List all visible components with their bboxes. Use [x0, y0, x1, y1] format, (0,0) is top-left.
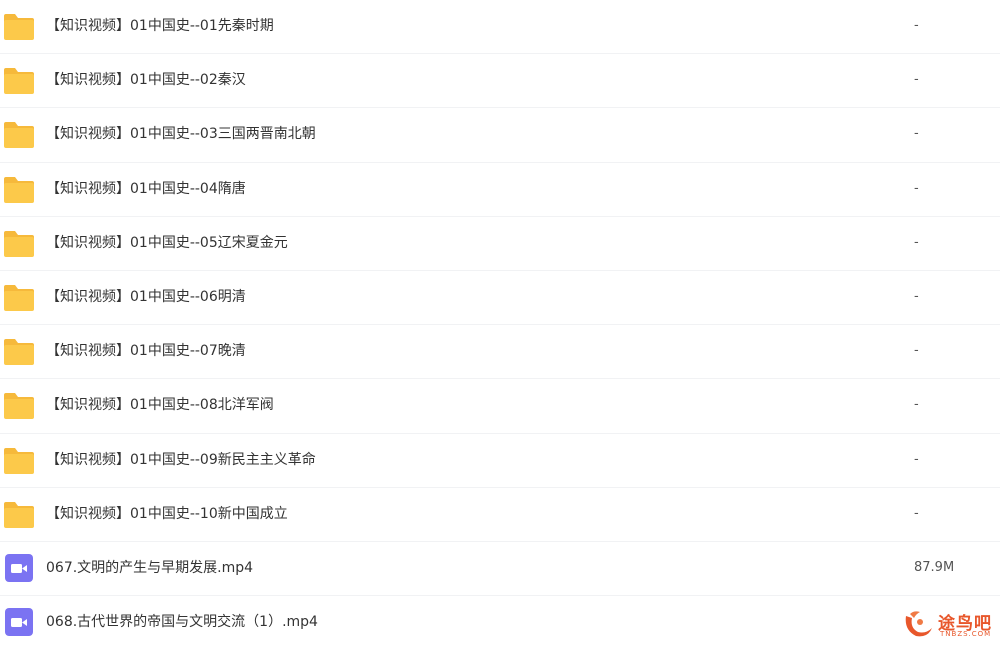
list-item[interactable]: 【知识视频】01中国史--06明清 - — [0, 271, 1000, 326]
file-size: - — [914, 72, 919, 88]
list-item[interactable]: 067.文明的产生与早期发展.mp4 87.9M — [0, 542, 1000, 597]
list-item[interactable]: 【知识视频】01中国史--03三国两晋南北朝 - — [0, 108, 1000, 163]
file-name: 【知识视频】01中国史--07晚清 — [46, 343, 246, 360]
file-size: - — [914, 451, 919, 467]
folder-icon — [4, 339, 34, 366]
file-size: - — [914, 126, 919, 142]
file-name: 【知识视频】01中国史--04隋唐 — [46, 180, 246, 197]
file-size: - — [914, 288, 919, 304]
list-item[interactable]: 【知识视频】01中国史--07晚清 - — [0, 325, 1000, 380]
file-size: - — [914, 343, 919, 359]
file-size: - — [914, 180, 919, 196]
watermark-subtext: TNBZS.COM — [940, 630, 992, 638]
folder-icon — [4, 284, 34, 311]
file-name: 【知识视频】01中国史--06明清 — [46, 288, 246, 305]
folder-icon — [4, 501, 34, 528]
list-item[interactable]: 【知识视频】01中国史--04隋唐 - — [0, 163, 1000, 217]
list-item[interactable]: 【知识视频】01中国史--05辽宋夏金元 - — [0, 217, 1000, 271]
file-size: - — [914, 397, 919, 413]
list-item[interactable]: 【知识视频】01中国史--02秦汉 - — [0, 54, 1000, 109]
folder-icon — [4, 230, 34, 257]
file-name: 【知识视频】01中国史--08北洋军阀 — [46, 397, 274, 414]
folder-icon — [4, 122, 34, 149]
list-item[interactable]: 【知识视频】01中国史--10新中国成立 - — [0, 488, 1000, 542]
video-file-icon — [5, 553, 33, 582]
file-size: - — [914, 234, 919, 250]
folder-icon — [4, 14, 34, 40]
file-list: 【知识视频】01中国史--01先秦时期 - 【知识视频】01中国史--02秦汉 … — [0, 0, 1000, 650]
list-item[interactable]: 068.古代世界的帝国与文明交流（1）.mp4 — [0, 596, 1000, 650]
file-name: 068.古代世界的帝国与文明交流（1）.mp4 — [46, 614, 318, 631]
file-size: - — [914, 505, 919, 521]
list-item[interactable]: 【知识视频】01中国史--01先秦时期 - — [0, 0, 1000, 55]
bird-logo-icon — [905, 611, 932, 637]
folder-icon — [4, 68, 34, 95]
file-name: 【知识视频】01中国史--01先秦时期 — [46, 18, 274, 34]
watermark-logo: 途鸟吧 TNBZS.COM — [900, 606, 996, 642]
video-file-icon — [5, 608, 33, 637]
file-size: 87.9M — [914, 559, 955, 575]
folder-icon — [4, 447, 34, 474]
list-item[interactable]: 【知识视频】01中国史--08北洋军阀 - — [0, 379, 1000, 434]
file-name: 【知识视频】01中国史--09新民主主义革命 — [46, 451, 316, 468]
file-name: 067.文明的产生与早期发展.mp4 — [46, 559, 254, 576]
file-size: - — [914, 18, 919, 33]
list-item[interactable]: 【知识视频】01中国史--09新民主主义革命 - — [0, 434, 1000, 488]
file-name: 【知识视频】01中国史--02秦汉 — [46, 72, 246, 89]
file-name: 【知识视频】01中国史--05辽宋夏金元 — [46, 234, 288, 251]
folder-icon — [4, 176, 34, 203]
folder-icon — [4, 393, 34, 420]
file-name: 【知识视频】01中国史--03三国两晋南北朝 — [46, 126, 316, 143]
file-name: 【知识视频】01中国史--10新中国成立 — [46, 505, 288, 522]
